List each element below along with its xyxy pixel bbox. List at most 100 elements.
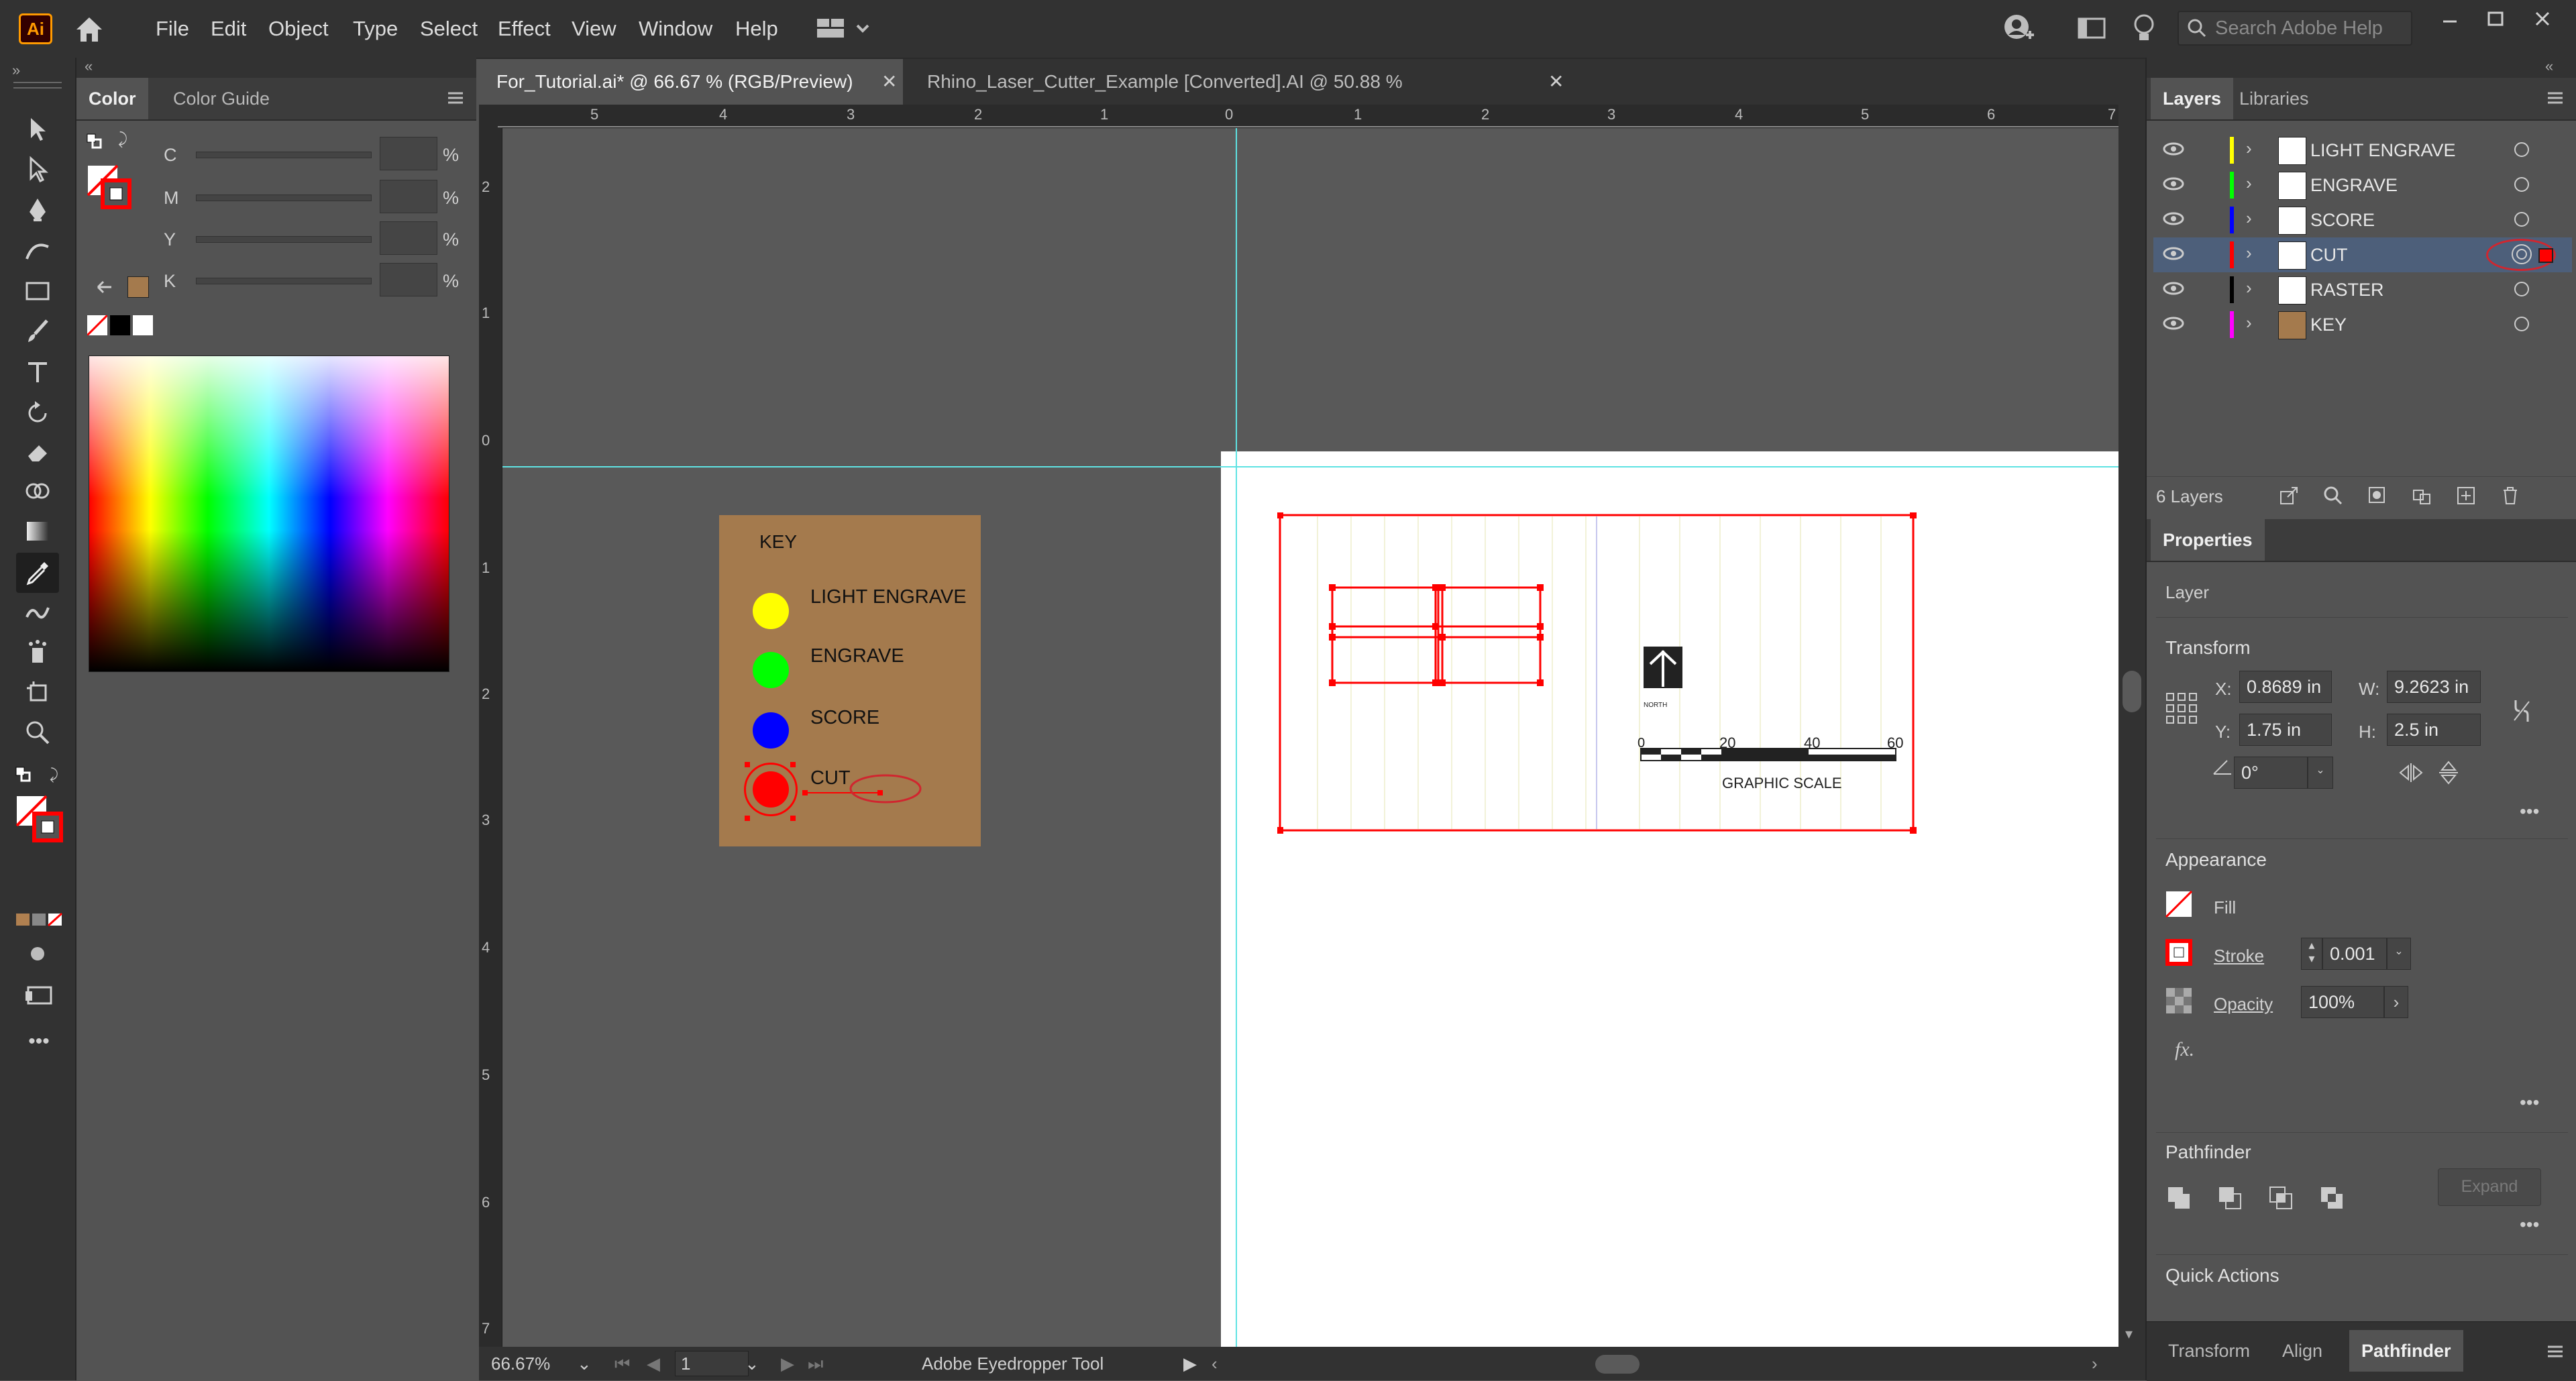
horizontal-guide[interactable] bbox=[502, 466, 2118, 467]
constrain-proportions-icon[interactable] bbox=[2510, 698, 2533, 728]
height-input[interactable]: 2.5 in bbox=[2387, 714, 2481, 746]
search-adobe-help-input[interactable]: Search Adobe Help bbox=[2178, 11, 2412, 46]
panel-fill-icon[interactable] bbox=[86, 133, 102, 149]
warp-tool-icon[interactable] bbox=[20, 594, 55, 629]
layers-panel-menu-icon[interactable] bbox=[2545, 90, 2565, 106]
selection-tool-icon[interactable] bbox=[20, 111, 55, 146]
white-swatch[interactable] bbox=[133, 315, 153, 335]
pathfinder-exclude-icon[interactable] bbox=[2318, 1184, 2345, 1215]
menu-effect[interactable]: Effect bbox=[498, 0, 551, 58]
default-fill-stroke-icon[interactable] bbox=[15, 766, 31, 782]
toolbar-grip[interactable] bbox=[13, 82, 62, 89]
stroke-dropdown-icon[interactable]: ⌄ bbox=[2387, 938, 2411, 970]
cyan-value-input[interactable] bbox=[380, 137, 437, 170]
expand-layer-chevron-icon[interactable]: › bbox=[2246, 138, 2252, 159]
magenta-value-input[interactable] bbox=[380, 180, 437, 213]
target-circle-icon[interactable] bbox=[2514, 282, 2529, 296]
layer-row-score[interactable]: › SCORE bbox=[2153, 203, 2572, 237]
close-tab-icon[interactable]: ✕ bbox=[881, 59, 897, 105]
next-artboard-icon[interactable]: ▶ bbox=[781, 1347, 794, 1380]
menu-type[interactable]: Type bbox=[353, 0, 398, 58]
artboard-dropdown-icon[interactable]: ⌄ bbox=[745, 1347, 759, 1380]
lightbulb-icon[interactable] bbox=[2131, 12, 2157, 44]
target-circle-icon[interactable] bbox=[2514, 142, 2529, 157]
vertical-guide[interactable] bbox=[1236, 128, 1237, 1347]
target-circle-icon[interactable] bbox=[2514, 177, 2529, 192]
expand-layer-chevron-icon[interactable]: › bbox=[2246, 208, 2252, 229]
black-swatch[interactable] bbox=[110, 315, 130, 335]
zoom-value[interactable]: 66.67% bbox=[491, 1347, 550, 1380]
fill-none-swatch[interactable] bbox=[2165, 890, 2193, 921]
visibility-eye-icon[interactable] bbox=[2163, 211, 2184, 230]
tab-properties[interactable]: Properties bbox=[2151, 519, 2265, 561]
expand-layer-chevron-icon[interactable]: › bbox=[2246, 313, 2252, 333]
menu-object[interactable]: Object bbox=[268, 0, 329, 58]
horizontal-ruler[interactable]: 5 4 3 2 1 0 1 2 3 4 5 6 7 bbox=[498, 105, 2118, 128]
canvas[interactable]: KEY LIGHT ENGRAVE ENGRAVE SCORE CUT NORT… bbox=[502, 128, 2118, 1347]
yellow-value-input[interactable] bbox=[380, 221, 437, 255]
collapse-panel-icon[interactable]: « bbox=[85, 58, 93, 75]
cyan-slider[interactable] bbox=[196, 152, 372, 158]
close-window-icon[interactable] bbox=[2530, 7, 2555, 31]
eraser-tool-icon[interactable] bbox=[20, 435, 55, 469]
layer-row-engrave[interactable]: › ENGRAVE bbox=[2153, 168, 2572, 203]
tab-rhino-laser-cutter[interactable]: Rhino_Laser_Cutter_Example [Converted].A… bbox=[910, 59, 1564, 137]
layer-row-raster[interactable]: › RASTER bbox=[2153, 272, 2572, 307]
artboard-tool-icon[interactable] bbox=[20, 675, 55, 710]
pathfinder-intersect-icon[interactable] bbox=[2267, 1184, 2294, 1215]
tab-for-tutorial[interactable]: For_Tutorial.ai* @ 66.67 % (RGB/Preview)… bbox=[479, 59, 903, 105]
scroll-thumb[interactable] bbox=[2123, 671, 2141, 712]
tab-transform[interactable]: Transform bbox=[2156, 1330, 2262, 1372]
artboard-number-input[interactable]: 1 bbox=[675, 1351, 749, 1376]
y-position-input[interactable]: 1.75 in bbox=[2239, 714, 2332, 746]
out-of-gamut-icon[interactable] bbox=[94, 276, 114, 296]
user-account-icon[interactable] bbox=[2002, 12, 2035, 46]
tab-pathfinder[interactable]: Pathfinder bbox=[2349, 1330, 2463, 1372]
flip-vertical-icon[interactable] bbox=[2436, 759, 2461, 789]
stroke-weight-input[interactable]: 0.001 bbox=[2322, 938, 2387, 970]
width-input[interactable]: 9.2623 in bbox=[2387, 671, 2481, 703]
arrange-documents-icon[interactable] bbox=[2077, 15, 2106, 42]
bottom-panel-menu-icon[interactable] bbox=[2545, 1343, 2565, 1360]
layer-row-key[interactable]: › KEY bbox=[2153, 307, 2572, 342]
key-card[interactable]: KEY LIGHT ENGRAVE ENGRAVE SCORE CUT bbox=[719, 515, 981, 846]
shape-builder-tool-icon[interactable] bbox=[20, 474, 55, 508]
tab-layers[interactable]: Layers bbox=[2151, 78, 2234, 119]
visibility-eye-icon[interactable] bbox=[2163, 315, 2184, 335]
menu-select[interactable]: Select bbox=[420, 0, 478, 58]
stroke-label[interactable]: Stroke bbox=[2214, 946, 2264, 966]
workspace-switcher-icon[interactable] bbox=[814, 15, 875, 42]
menu-view[interactable]: View bbox=[572, 0, 616, 58]
magenta-slider[interactable] bbox=[196, 195, 372, 201]
gradient-tool-icon[interactable] bbox=[20, 514, 55, 549]
make-clipping-mask-icon[interactable] bbox=[2367, 485, 2388, 510]
rotation-input[interactable]: 0° bbox=[2234, 757, 2308, 789]
vertical-scrollbar[interactable]: ▾ bbox=[2118, 105, 2145, 1347]
opacity-expand-icon[interactable]: › bbox=[2384, 986, 2408, 1018]
visibility-eye-icon[interactable] bbox=[2163, 245, 2184, 265]
light-engrave-dot[interactable] bbox=[753, 593, 789, 629]
locate-object-icon[interactable] bbox=[2322, 485, 2344, 510]
ruler-corner[interactable] bbox=[479, 105, 498, 127]
panel-menu-icon[interactable] bbox=[445, 90, 466, 106]
home-icon[interactable] bbox=[72, 13, 106, 44]
layer-row-cut[interactable]: › CUT bbox=[2153, 237, 2572, 272]
menu-window[interactable]: Window bbox=[639, 0, 712, 58]
last-artboard-icon[interactable]: ⏭ bbox=[808, 1347, 823, 1380]
stroke-swatch[interactable] bbox=[32, 812, 63, 842]
opacity-icon[interactable] bbox=[2165, 987, 2192, 1017]
first-artboard-icon[interactable]: ⏮ bbox=[614, 1347, 630, 1380]
delete-layer-icon[interactable] bbox=[2500, 485, 2521, 510]
symbol-sprayer-tool-icon[interactable] bbox=[20, 634, 55, 669]
create-sublayer-icon[interactable] bbox=[2411, 485, 2432, 510]
rotate-angle-icon[interactable] bbox=[2211, 757, 2234, 780]
black-value-input[interactable] bbox=[380, 263, 437, 296]
layer-row-light-engrave[interactable]: › LIGHT ENGRAVE bbox=[2153, 133, 2572, 168]
selected-art-indicator[interactable] bbox=[2538, 248, 2553, 263]
swap-fill-stroke-icon[interactable]: ⤸ bbox=[50, 766, 66, 783]
panel-swap-icon[interactable]: ⤸ bbox=[118, 130, 137, 149]
pathfinder-unite-icon[interactable] bbox=[2165, 1184, 2192, 1215]
more-transform-options-icon[interactable]: ••• bbox=[2520, 801, 2539, 822]
flip-horizontal-icon[interactable] bbox=[2398, 761, 2424, 788]
pen-tool-icon[interactable] bbox=[20, 192, 55, 227]
